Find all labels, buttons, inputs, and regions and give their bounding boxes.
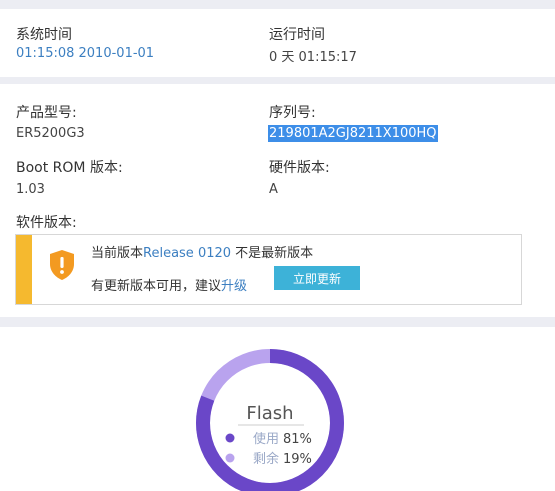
flash-donut-chart: Flash 使用 81% 剩余 19% — [196, 349, 344, 491]
free-legend-label: 剩余 — [253, 451, 279, 467]
bootrom-label: Boot ROM 版本: — [16, 160, 123, 176]
device-info-panel: 产品型号: ER5200G3 序列号: 219801A2GJ8211X100HQ… — [0, 84, 555, 317]
update-now-button[interactable]: 立即更新 — [274, 266, 360, 290]
software-version-label: 软件版本: — [16, 215, 77, 231]
free-legend-dot — [225, 453, 235, 463]
flash-title: Flash — [246, 403, 293, 424]
used-legend-label: 使用 — [253, 431, 279, 447]
update-available-label: 有更新版本可用，建议 — [91, 279, 222, 294]
system-time-value: 01:15:08 2010-01-01 — [16, 46, 155, 61]
serial-value-highlight: 219801A2GJ8211X100HQ — [268, 125, 438, 142]
release-link[interactable]: Release 0120 — [143, 246, 231, 261]
serial-label: 序列号: — [269, 105, 316, 121]
used-legend-dot — [225, 433, 235, 443]
current-version-suffix: 不是最新版本 — [231, 246, 314, 261]
notice-accent-bar — [16, 235, 32, 304]
hardware-version-value: A — [269, 182, 278, 197]
time-panel: 系统时间 01:15:08 2010-01-01 运行时间 0 天 01:15:… — [0, 9, 555, 77]
system-time-label: 系统时间 — [16, 27, 72, 43]
serial-value: 219801A2GJ8211X100HQ — [268, 125, 438, 142]
model-value: ER5200G3 — [16, 126, 85, 141]
upgrade-link[interactable]: 升级 — [221, 279, 247, 294]
model-label: 产品型号: — [16, 105, 77, 121]
bootrom-value: 1.03 — [16, 182, 45, 197]
hardware-version-label: 硬件版本: — [269, 160, 330, 176]
flash-panel: Flash 使用 81% 剩余 19% — [0, 327, 555, 491]
uptime-label: 运行时间 — [269, 27, 325, 43]
shield-warning-icon — [50, 250, 74, 280]
uptime-value: 0 天 01:15:17 — [269, 50, 357, 65]
current-version-text: 当前版本Release 0120 不是最新版本 — [91, 242, 313, 261]
used-legend-value: 81% — [283, 432, 312, 447]
version-notice: 当前版本Release 0120 不是最新版本 有更新版本可用，建议升级 立即更… — [15, 234, 522, 305]
current-version-prefix: 当前版本 — [91, 246, 144, 261]
update-available-text: 有更新版本可用，建议升级 — [91, 275, 247, 294]
free-legend-value: 19% — [283, 452, 312, 467]
